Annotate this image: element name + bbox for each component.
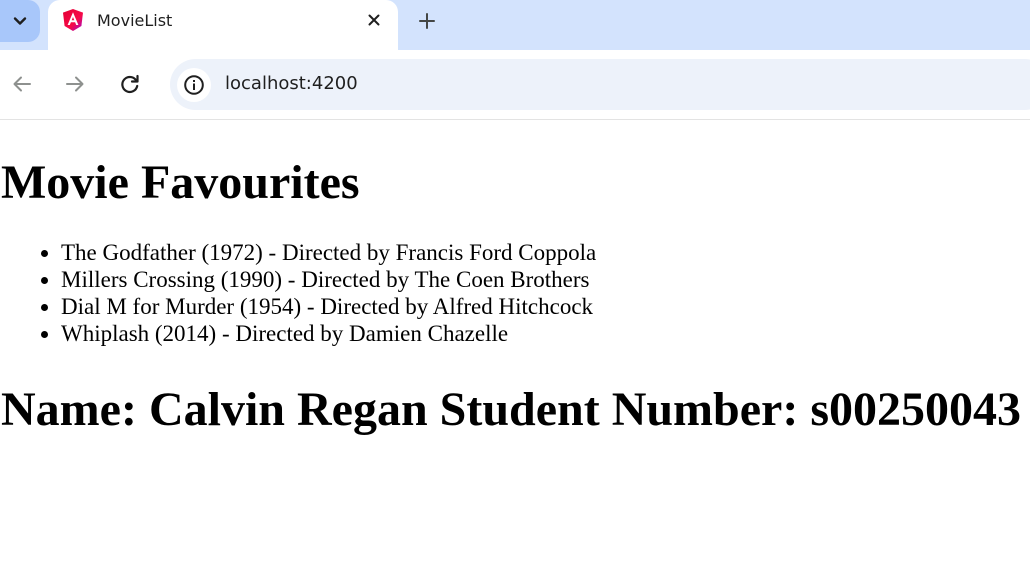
address-bar[interactable]: localhost:4200 [170,59,1030,110]
page-content: Movie Favourites The Godfather (1972) - … [0,120,1030,588]
reload-icon [121,74,139,94]
info-icon [184,75,204,95]
chevron-down-icon [13,17,27,25]
site-info-button[interactable] [177,68,211,102]
plus-icon [419,13,435,29]
reload-button[interactable] [116,70,144,98]
new-tab-button[interactable] [414,8,440,34]
angular-logo-icon [63,9,83,31]
tab-movielist[interactable]: MovieList [48,0,398,50]
list-item: The Godfather (1972) - Directed by Franc… [61,239,596,266]
url-text[interactable]: localhost:4200 [225,73,358,94]
back-button[interactable] [8,70,36,98]
forward-button[interactable] [61,70,89,98]
tab-strip: MovieList [0,0,1030,50]
arrow-left-icon [13,76,31,92]
browser-window: MovieList localhost:4200 Movie Favourite… [0,0,1030,588]
page-title: Movie Favourites [1,156,360,209]
movie-list: The Godfather (1972) - Directed by Franc… [0,239,596,347]
arrow-right-icon [66,76,84,92]
student-info-heading: Name: Calvin Regan Student Number: s0025… [1,383,1021,436]
tab-search-button[interactable] [0,0,40,42]
list-item: Whiplash (2014) - Directed by Damien Cha… [61,320,596,347]
close-icon [368,14,380,26]
browser-toolbar: localhost:4200 [0,50,1030,120]
list-item: Dial M for Murder (1954) - Directed by A… [61,293,596,320]
list-item: Millers Crossing (1990) - Directed by Th… [61,266,596,293]
tab-title: MovieList [97,11,173,30]
tab-close-button[interactable] [364,10,384,30]
